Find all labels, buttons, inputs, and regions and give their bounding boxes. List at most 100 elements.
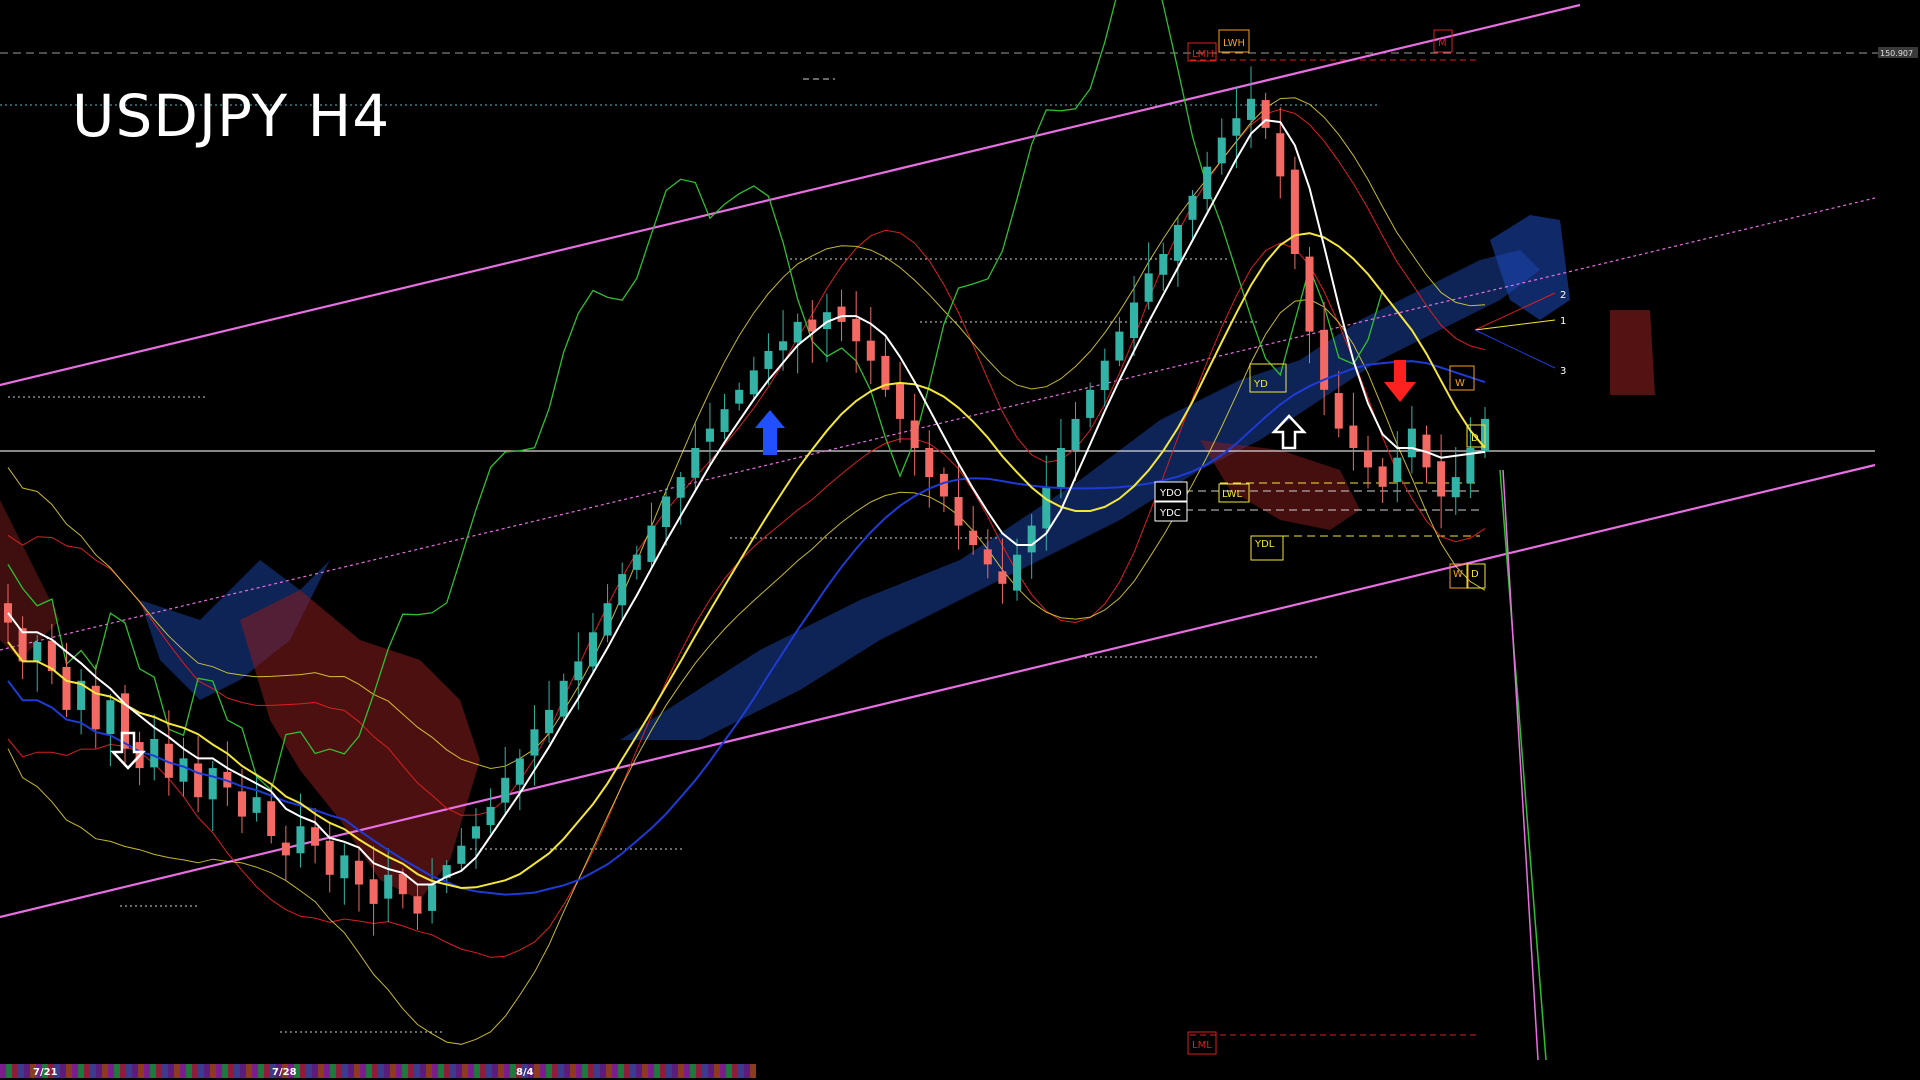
candle-body [705, 428, 714, 442]
candle-body [208, 768, 217, 800]
session-block [486, 1064, 492, 1078]
drop-line-green [1499, 469, 1547, 1061]
candle-body [1407, 428, 1416, 458]
session-block [594, 1064, 600, 1078]
candle-body [647, 525, 656, 562]
candle-body [998, 571, 1007, 584]
session-block [258, 1064, 264, 1078]
candle-body [1188, 195, 1197, 220]
session-block [228, 1064, 234, 1078]
date-label-2: 7/28 [272, 1067, 297, 1078]
candle-body [1130, 302, 1139, 338]
lwh-label: LWH [1223, 38, 1245, 49]
session-block [186, 1064, 192, 1078]
candle-body [676, 477, 685, 498]
candle-body [618, 574, 627, 606]
candle-body [384, 874, 393, 899]
session-block [348, 1064, 354, 1078]
session-block [60, 1064, 66, 1078]
session-block [342, 1064, 348, 1078]
session-block [474, 1064, 480, 1078]
candle-body [1144, 273, 1153, 302]
candle-body [340, 855, 349, 879]
session-block [78, 1064, 84, 1078]
candle-body [1232, 118, 1241, 136]
session-block [552, 1064, 558, 1078]
bollinger-bands [7, 97, 1486, 1045]
session-block [624, 1064, 630, 1078]
session-block [66, 1064, 72, 1078]
candle-body [896, 382, 905, 419]
candle-body [1056, 448, 1065, 489]
session-block [426, 1064, 432, 1078]
session-block [738, 1064, 744, 1078]
session-block [162, 1064, 168, 1078]
candle-body [281, 842, 290, 856]
candle-body [1217, 137, 1226, 164]
session-block [462, 1064, 468, 1078]
session-block [468, 1064, 474, 1078]
candle-body [837, 306, 846, 322]
session-block [702, 1064, 708, 1078]
session-block [588, 1064, 594, 1078]
date-label-1: 7/21 [33, 1067, 58, 1078]
yd-label: YD [1253, 379, 1268, 390]
chart-title: USDJPY H4 [72, 82, 391, 150]
session-block [0, 1064, 6, 1078]
session-block [120, 1064, 126, 1078]
candle-body [808, 319, 817, 332]
session-block [480, 1064, 486, 1078]
session-block [300, 1064, 306, 1078]
session-block [636, 1064, 642, 1078]
session-block [102, 1064, 108, 1078]
candle-body [267, 801, 276, 836]
session-block [366, 1064, 372, 1078]
session-block [6, 1064, 12, 1078]
candle-body [735, 389, 744, 404]
session-block [666, 1064, 672, 1078]
lwl-label: LWL [1222, 489, 1243, 500]
fan-label-1: 1 [1560, 316, 1566, 327]
candle-body [983, 549, 992, 565]
session-block [390, 1064, 396, 1078]
session-block [72, 1064, 78, 1078]
session-block [198, 1064, 204, 1078]
session-block [504, 1064, 510, 1078]
session-block [90, 1064, 96, 1078]
session-block [630, 1064, 636, 1078]
session-block [180, 1064, 186, 1078]
session-block [408, 1064, 414, 1078]
candle-body [910, 420, 919, 448]
session-block [252, 1064, 258, 1078]
price-tag-text: 150.907 [1880, 49, 1913, 58]
session-block [234, 1064, 240, 1078]
candle-body [194, 763, 203, 798]
candle-body [1451, 477, 1460, 498]
session-block [138, 1064, 144, 1078]
session-block [570, 1064, 576, 1078]
candle-body [954, 496, 963, 526]
session-block [654, 1064, 660, 1078]
session-block [456, 1064, 462, 1078]
candle-body [588, 632, 597, 667]
session-block [708, 1064, 714, 1078]
session-block [600, 1064, 606, 1078]
session-block [360, 1064, 366, 1078]
candle-body [925, 447, 934, 478]
candle-body [779, 341, 788, 351]
candle-body [515, 758, 524, 785]
candle-body [1100, 360, 1109, 391]
candle-body [632, 554, 641, 570]
candle-body [603, 603, 612, 636]
session-block [564, 1064, 570, 1078]
reference-lines [0, 52, 1880, 1036]
session-block [672, 1064, 678, 1078]
session-block [534, 1064, 540, 1078]
session-block [324, 1064, 330, 1078]
candle-body [1115, 331, 1124, 361]
candle-body [33, 642, 42, 662]
session-block [222, 1064, 228, 1078]
session-block [684, 1064, 690, 1078]
candle-body [545, 709, 554, 734]
session-block [174, 1064, 180, 1078]
